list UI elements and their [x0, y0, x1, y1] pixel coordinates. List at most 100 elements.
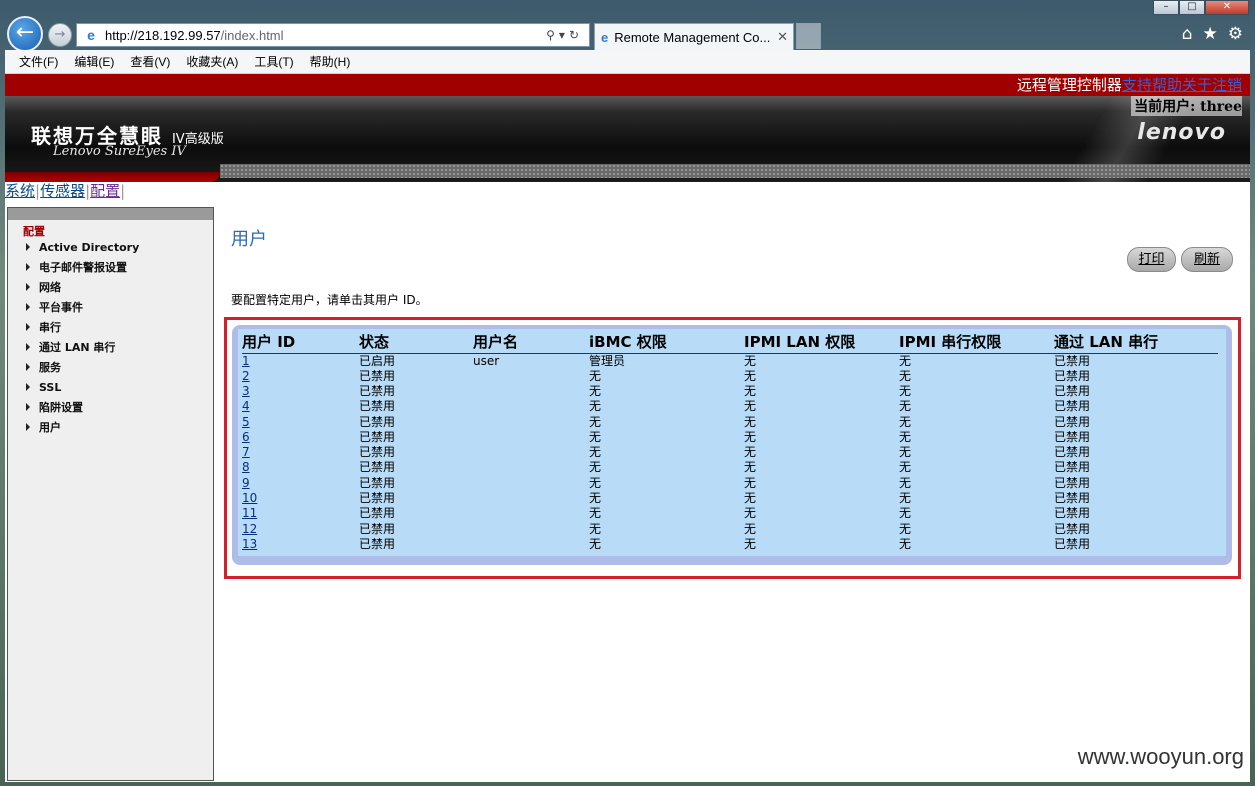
- cell-status: 已禁用: [359, 460, 396, 475]
- settings-gear-icon[interactable]: ⚙: [1228, 24, 1243, 44]
- cell-status: 已禁用: [359, 475, 396, 490]
- table-row: 7 已禁用 无 无 无 已禁用: [242, 445, 1218, 460]
- product-subtitle: Lenovo SureEyes IV: [53, 144, 186, 159]
- col-serial-over-lan: 通过 LAN 串行: [1054, 331, 1218, 354]
- favorites-star-icon[interactable]: ★: [1203, 24, 1218, 44]
- cell-ipmi-lan: 无: [744, 445, 757, 460]
- user-id-link[interactable]: 10: [242, 491, 257, 505]
- user-id-link[interactable]: 12: [242, 522, 257, 536]
- sidebar-item-label: 通过 LAN 串行: [39, 341, 116, 354]
- sidebar-item-trap-settings[interactable]: 陷阱设置: [8, 398, 213, 418]
- cell-sol: 已禁用: [1054, 414, 1091, 429]
- triangle-right-icon: [26, 343, 30, 351]
- cell-status: 已启用: [359, 353, 396, 368]
- user-id-link[interactable]: 7: [242, 445, 250, 459]
- triangle-right-icon: [26, 263, 30, 271]
- cell-ipmi-serial: 无: [899, 445, 912, 460]
- menu-favorites[interactable]: 收藏夹(A): [178, 53, 246, 70]
- cell-status: 已禁用: [359, 491, 396, 506]
- cell-username: [473, 399, 589, 414]
- nav-system[interactable]: 系统: [5, 182, 35, 200]
- cell-username: [473, 506, 589, 521]
- cell-status: 已禁用: [359, 414, 396, 429]
- sidebar-item-active-directory[interactable]: Active Directory: [8, 238, 213, 258]
- col-status: 状态: [359, 331, 473, 354]
- cell-username: [473, 460, 589, 475]
- sidebar-header-bar: [8, 208, 213, 220]
- sidebar-item-services[interactable]: 服务: [8, 358, 213, 378]
- user-id-link[interactable]: 6: [242, 430, 250, 444]
- menu-file[interactable]: 文件(F): [11, 53, 66, 70]
- cell-ipmi-lan: 无: [744, 521, 757, 536]
- back-button[interactable]: ←: [7, 16, 43, 52]
- col-username: 用户名: [473, 331, 589, 354]
- sidebar-item-serial-over-lan[interactable]: 通过 LAN 串行: [8, 338, 213, 358]
- cell-status: 已禁用: [359, 399, 396, 414]
- home-icon[interactable]: ⌂: [1182, 24, 1193, 44]
- user-id-link[interactable]: 1: [242, 354, 250, 368]
- forward-button[interactable]: →: [48, 23, 72, 47]
- sidebar-item-platform-events[interactable]: 平台事件: [8, 298, 213, 318]
- sidebar-item-label: SSL: [39, 381, 62, 394]
- nav-config[interactable]: 配置: [90, 182, 120, 200]
- cell-ipmi-lan: 无: [744, 429, 757, 444]
- logout-link[interactable]: 注销: [1212, 76, 1242, 94]
- users-table-panel: 用户 ID 状态 用户名 iBMC 权限 IPMI LAN 权限 IPMI 串行…: [232, 325, 1232, 565]
- tab-close-icon[interactable]: ✕: [777, 29, 788, 45]
- sidebar-item-email-alerts[interactable]: 电子邮件警报设置: [8, 258, 213, 278]
- sidebar-item-users[interactable]: 用户: [8, 418, 213, 438]
- user-id-link[interactable]: 13: [242, 537, 257, 551]
- user-id-link[interactable]: 8: [242, 460, 250, 474]
- table-row: 13 已禁用 无 无 无 已禁用: [242, 537, 1218, 552]
- minimize-button[interactable]: –: [1153, 0, 1179, 15]
- cell-ipmi-serial: 无: [899, 368, 912, 383]
- table-row: 2 已禁用 无 无 无 已禁用: [242, 369, 1218, 384]
- sidebar-item-network[interactable]: 网络: [8, 278, 213, 298]
- table-row: 1 已启用 user 管理员 无 无 已禁用: [242, 353, 1218, 369]
- menu-help[interactable]: 帮助(H): [302, 53, 359, 70]
- about-link[interactable]: 关于: [1182, 76, 1212, 94]
- user-id-link[interactable]: 2: [242, 369, 250, 383]
- maximize-button[interactable]: □: [1179, 0, 1205, 15]
- nav-sensors[interactable]: 传感器: [40, 182, 85, 200]
- lenovo-logo: lenovo: [1137, 120, 1226, 145]
- cell-status: 已禁用: [359, 383, 396, 398]
- sidebar-item-ssl[interactable]: SSL: [8, 378, 213, 398]
- table-row: 4 已禁用 无 无 无 已禁用: [242, 399, 1218, 414]
- print-button[interactable]: 打印: [1127, 247, 1176, 272]
- user-id-link[interactable]: 3: [242, 384, 250, 398]
- cell-user-id: 1: [242, 353, 359, 369]
- cell-sol: 已禁用: [1054, 429, 1091, 444]
- support-link[interactable]: 支持: [1122, 76, 1152, 94]
- new-tab-button[interactable]: [796, 23, 821, 49]
- cell-ibmc: 无: [589, 521, 602, 536]
- top-red-bar: 远程管理控制器支持帮助关于注销: [5, 74, 1250, 96]
- triangle-right-icon: [26, 403, 30, 411]
- user-id-link[interactable]: 9: [242, 476, 250, 490]
- menu-tools[interactable]: 工具(T): [246, 53, 301, 70]
- table-row: 9 已禁用 无 无 无 已禁用: [242, 476, 1218, 491]
- table-row: 8 已禁用 无 无 无 已禁用: [242, 460, 1218, 475]
- user-id-link[interactable]: 4: [242, 399, 250, 413]
- refresh-button[interactable]: 刷新: [1181, 247, 1233, 272]
- browser-tab[interactable]: e Remote Management Co... ✕: [594, 23, 794, 50]
- cell-sol: 已禁用: [1054, 368, 1091, 383]
- user-id-link[interactable]: 5: [242, 415, 250, 429]
- sidebar-item-serial[interactable]: 串行: [8, 318, 213, 338]
- browser-chrome: – □ ✕ ← → e http://218.192.99.57/index.h…: [0, 0, 1255, 52]
- help-link[interactable]: 帮助: [1152, 76, 1182, 94]
- cell-sol: 已禁用: [1054, 445, 1091, 460]
- user-id-link[interactable]: 11: [242, 506, 257, 520]
- menu-edit[interactable]: 编辑(E): [66, 53, 122, 70]
- top-navigation: 系统|传感器|配置|: [5, 181, 125, 201]
- close-window-button[interactable]: ✕: [1205, 0, 1249, 15]
- cell-ipmi-serial: 无: [899, 353, 912, 368]
- cell-user-id: 13: [242, 537, 359, 552]
- address-bar[interactable]: e http://218.192.99.57/index.html ⚲▾↻: [76, 23, 590, 47]
- cell-sol: 已禁用: [1054, 536, 1091, 551]
- cell-sol: 已禁用: [1054, 491, 1091, 506]
- address-tools-icons[interactable]: ⚲▾↻: [546, 28, 583, 42]
- sidebar-item-label: 服务: [39, 361, 61, 374]
- menu-view[interactable]: 查看(V): [122, 53, 178, 70]
- triangle-right-icon: [26, 363, 30, 371]
